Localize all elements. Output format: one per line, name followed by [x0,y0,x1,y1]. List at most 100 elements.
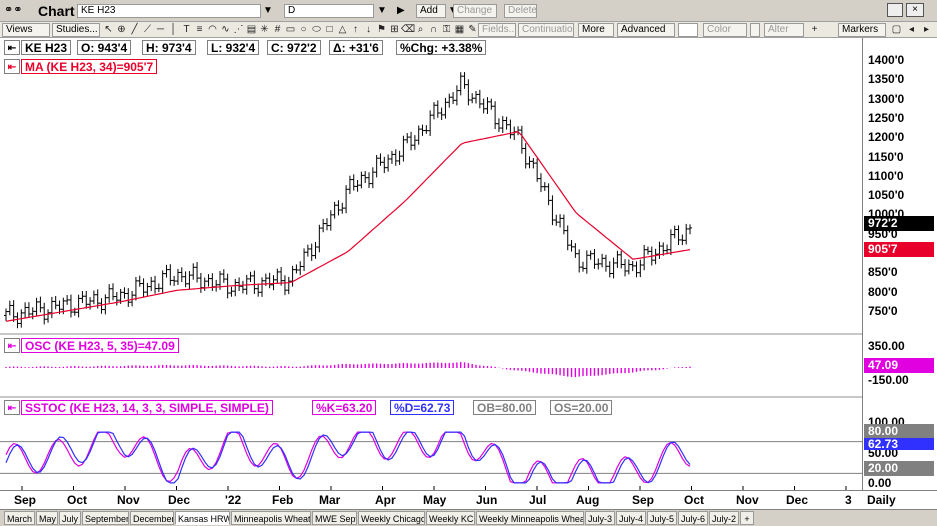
interval-input[interactable]: D [284,4,374,18]
triangle-icon[interactable]: △ [336,23,349,37]
advanced-button[interactable]: Advanced [617,23,675,37]
month-label: Sep [14,493,37,507]
tab-minneapolis-wheat[interactable]: Minneapolis Wheat [231,511,311,525]
ma-line [5,131,691,322]
more-button[interactable]: More [578,23,614,37]
hash-icon[interactable]: # [271,23,284,37]
ruler-icon[interactable]: ⊞ [388,23,401,37]
scroll-left-icon[interactable]: ◂ [905,23,918,37]
color-button[interactable]: Color [703,23,747,37]
stoch-d-line [5,431,691,484]
tab-kansas-hrw[interactable]: Kansas HRW [175,511,230,525]
month-label: May [423,493,447,507]
ray-icon[interactable]: ⟋ [141,23,154,37]
collapse-icon[interactable]: ⇤ [4,40,20,55]
price-axis-tick: 1400'0 [868,53,905,67]
markers-button[interactable]: Markers [838,23,886,37]
tab-mwe-sept[interactable]: MWE Sept [312,511,357,525]
tab-strip: March May July September December Kansas… [0,509,937,526]
settings-icon[interactable]: ▢ [890,23,903,37]
grid-icon[interactable]: ▦ [453,23,466,37]
osc-axis-tick: -150.00 [868,373,909,387]
tab-september[interactable]: September [82,511,129,525]
tab-july-3[interactable]: July-3 [585,511,615,525]
views-button[interactable]: Views [2,23,50,37]
month-label: Dec [168,493,191,507]
symbol-input[interactable]: KE H23 [77,4,261,18]
month-label: 3 [845,493,852,507]
change-button[interactable]: Change [453,4,497,18]
month-label: Nov [736,493,759,507]
chart-link-icon[interactable]: ⚭⚭ [4,3,22,16]
tab-weekly-chicago[interactable]: Weekly Chicago [358,511,425,525]
collapse-icon[interactable]: ⇤ [4,59,20,74]
arrow-up-icon[interactable]: ↑ [349,23,362,37]
zoom-icon[interactable]: ⌕ [414,23,427,37]
tab-july-6[interactable]: July-6 [678,511,708,525]
add-tab-button[interactable]: + [740,511,754,525]
collapse-icon[interactable]: ⇤ [4,338,20,353]
tab-weekly-kc[interactable]: Weekly KC [426,511,475,525]
tab-march[interactable]: March [4,511,35,525]
arrow-down-icon[interactable]: ↓ [362,23,375,37]
tab-december[interactable]: December [130,511,174,525]
pane-divider[interactable] [0,396,862,398]
square-icon[interactable]: □ [323,23,336,37]
hline-icon[interactable]: ─ [154,23,167,37]
alter-button[interactable]: Alter [764,23,804,37]
tab-may[interactable]: May [36,511,58,525]
eraser-icon[interactable]: ⌫ [401,23,415,37]
stoch-k-tag: 62.73 [864,438,934,450]
gann-icon[interactable]: ✳ [258,23,271,37]
blank-dropdown[interactable] [678,23,698,37]
cursor-icon[interactable]: ↖ [102,23,115,37]
vline-icon[interactable]: │ [167,23,180,37]
month-label: Jun [476,493,498,507]
text-icon[interactable]: T [180,23,193,37]
cycle-icon[interactable]: ∿ [219,23,232,37]
flag-icon[interactable]: ⚑ [375,23,388,37]
magnet-icon[interactable]: ∩ [427,23,440,37]
osc-label: OSC (KE H23, 5, 35)=47.09 [21,338,179,353]
stoch-k-line [5,431,691,484]
channel-icon[interactable]: ≡ [193,23,206,37]
studies-button[interactable]: Studies... [52,23,100,37]
trendline-icon[interactable]: ╱ [128,23,141,37]
arc-icon[interactable]: ◠ [206,23,219,37]
symbol-dropdown-icon[interactable]: ▼ [263,5,273,16]
interval-dropdown-icon[interactable]: ▼ [377,5,387,16]
add-button[interactable]: Add [416,4,446,18]
tab-july-4[interactable]: July-4 [616,511,646,525]
close-icon[interactable]: × [906,3,924,17]
tab-july-2[interactable]: July-2 [709,511,739,525]
color-swatch[interactable] [750,23,760,37]
osc-axis-tick: 350.00 [868,339,905,353]
lock-icon[interactable]: ⚿ [440,23,453,37]
delete-button[interactable]: Delete [504,4,537,18]
tab-july[interactable]: July [59,511,81,525]
circle-icon[interactable]: ○ [297,23,310,37]
maximize-icon[interactable] [887,3,903,17]
os-label: OS=20.00 [550,400,613,415]
month-label: Aug [576,493,600,507]
fields-button[interactable]: Fields... [478,23,516,37]
pane-divider[interactable] [0,333,862,335]
month-label: Sep [632,493,655,507]
regression-icon[interactable]: ⋰ [232,23,245,37]
continuation-button[interactable]: Continuation [518,23,574,37]
scroll-right-icon[interactable]: ▸ [920,23,933,37]
month-label: Nov [117,493,140,507]
plus-icon[interactable]: + [808,23,821,37]
ellipse-icon[interactable]: ⬭ [310,23,323,37]
chart-plot[interactable] [0,38,862,490]
play-icon[interactable]: ▶ [397,5,405,16]
tab-july-5[interactable]: July-5 [647,511,677,525]
box-icon[interactable]: ▭ [284,23,297,37]
crosshair-icon[interactable]: ⊕ [115,23,128,37]
price-axis-tick: 850'0 [868,265,898,279]
fib-icon[interactable]: ▤ [245,23,258,37]
collapse-icon[interactable]: ⇤ [4,400,20,415]
tab-weekly-minneapolis-wheat[interactable]: Weekly Minneapolis Wheat [476,511,584,525]
osc-tag: 47.09 [864,358,934,373]
month-label: Apr [375,493,396,507]
